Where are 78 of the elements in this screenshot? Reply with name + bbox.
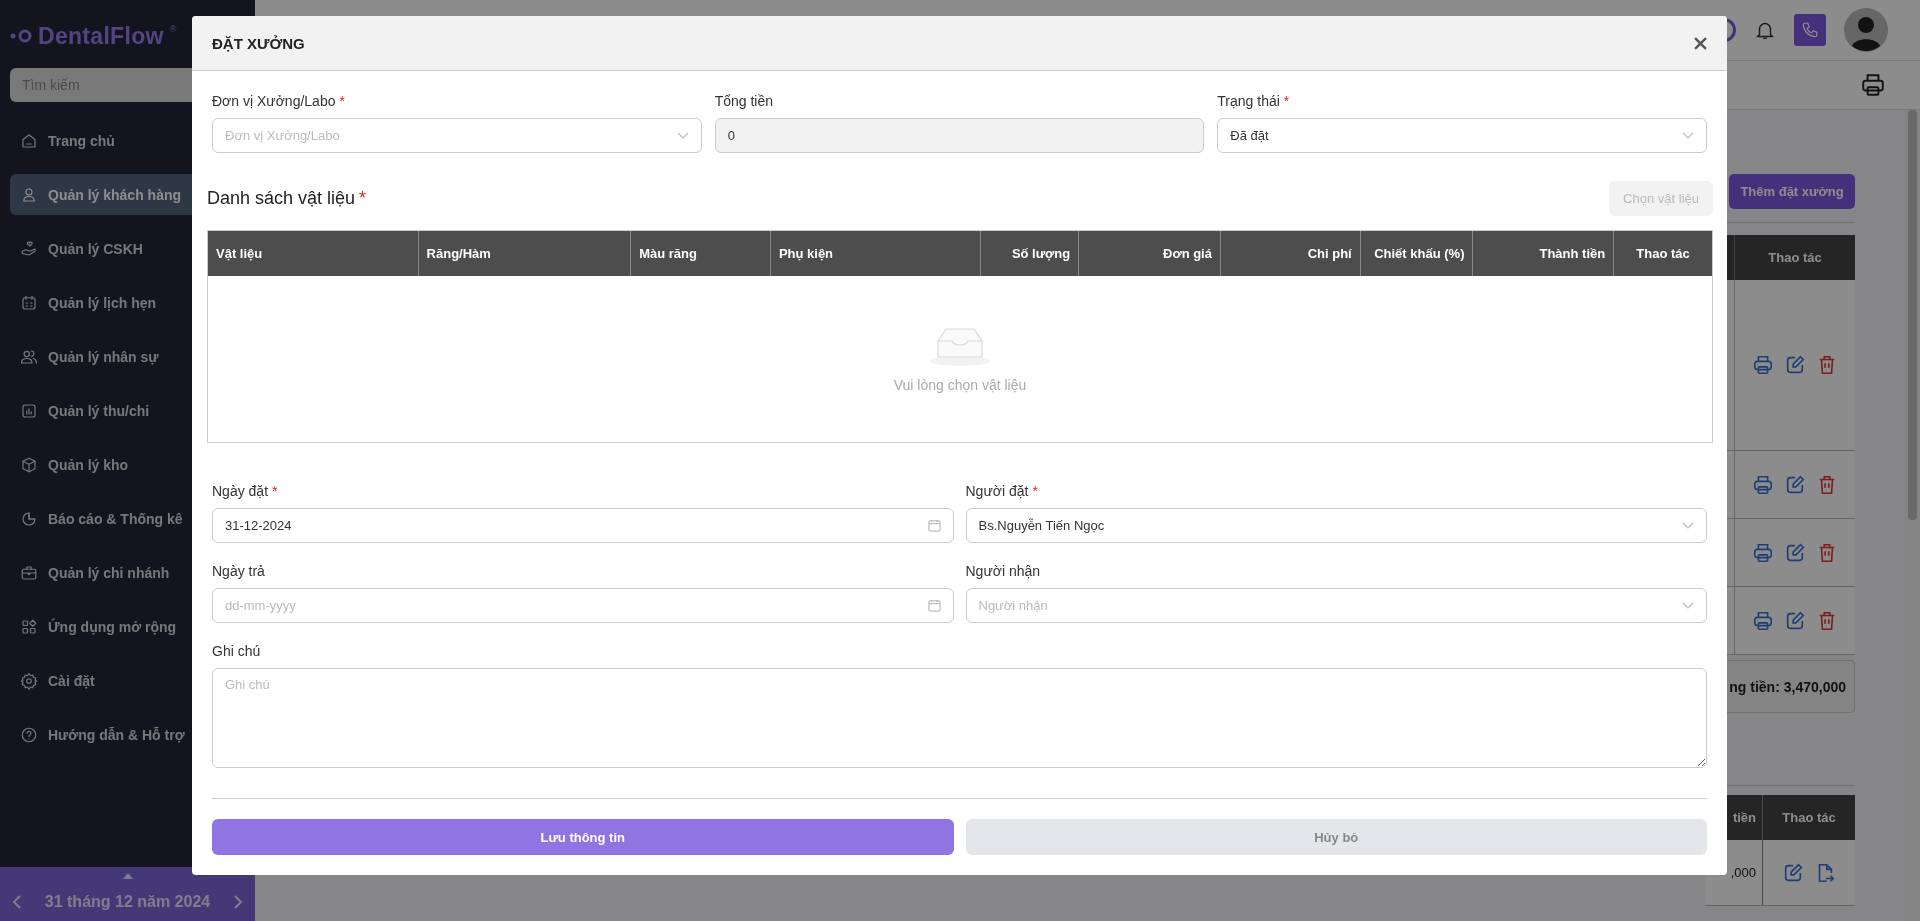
save-button[interactable]: Lưu thông tin <box>212 819 954 855</box>
required-mark: * <box>1283 93 1290 109</box>
edit-icon[interactable] <box>1782 861 1804 884</box>
calendar-icon <box>927 519 941 532</box>
sidebar-item[interactable]: Quản lý thu/chi <box>10 390 255 431</box>
column-header: Chi phí <box>1219 231 1360 276</box>
field-label: Ngày trả <box>212 563 265 579</box>
chevron-right-icon[interactable] <box>233 894 243 910</box>
printer-icon[interactable] <box>1752 354 1774 376</box>
column-header: Chiết khấu (%) <box>1359 231 1473 276</box>
scrollbar[interactable] <box>1905 110 1920 921</box>
note-field[interactable]: Ghi chú <box>212 668 1707 768</box>
empty-message: Vui lòng chọn vật liệu <box>893 377 1027 393</box>
apps-icon <box>20 617 38 636</box>
help-icon <box>20 725 38 744</box>
printer-icon[interactable] <box>1752 473 1774 496</box>
date-label: 31 tháng 12 năm 2024 <box>44 893 211 911</box>
column-header: Số lượng <box>980 231 1079 276</box>
box-icon <box>20 455 38 474</box>
user-icon <box>20 185 38 204</box>
close-icon[interactable] <box>1694 36 1707 50</box>
field-label: Trạng thái <box>1217 93 1280 109</box>
phone-button[interactable] <box>1794 14 1826 46</box>
printer-icon[interactable] <box>1860 72 1886 98</box>
column-header: Răng/Hàm <box>417 231 631 276</box>
field-label: Ghi chú <box>212 643 261 659</box>
edit-icon[interactable] <box>1784 354 1806 376</box>
column-header: Phụ kiện <box>769 231 981 276</box>
field-label: Người nhận <box>965 563 1041 579</box>
input-field[interactable]: 0 <box>714 118 1205 153</box>
table-cell-text: ,000 <box>1729 864 1757 882</box>
sidebar-item[interactable]: Quản lý nhân sự <box>10 336 255 377</box>
column-header: tiền <box>1731 809 1757 827</box>
dialog-title: ĐẶT XƯỞNG <box>212 34 305 52</box>
edit-icon[interactable] <box>1784 473 1806 496</box>
field-label: Người đặt <box>965 483 1029 499</box>
date-field[interactable]: 31-12-2024 <box>212 508 954 543</box>
avatar[interactable] <box>1844 8 1888 52</box>
select-field[interactable]: Đã đặt <box>1217 118 1707 153</box>
required-mark: * <box>1032 483 1038 499</box>
edit-icon[interactable] <box>1784 541 1806 564</box>
edit-icon[interactable] <box>1784 609 1806 632</box>
calendar-icon <box>20 293 38 312</box>
field-label: Ngày đặt <box>212 483 269 499</box>
required-mark: * <box>272 483 278 499</box>
field-label: Tổng tiền <box>714 93 774 109</box>
sidebar-item[interactable]: Quản lý lịch hẹn <box>10 282 255 323</box>
select-field[interactable]: Bs.Nguyễn Tiến Ngọc <box>965 508 1707 543</box>
briefcase-icon <box>20 563 38 582</box>
cancel-button[interactable]: Hủy bỏ <box>965 819 1707 855</box>
column-header: Đơn giá <box>1078 231 1220 276</box>
logo-text: DentalFlow <box>38 22 164 50</box>
caret-up-icon[interactable] <box>123 873 133 879</box>
printer-icon[interactable] <box>1752 609 1774 632</box>
chevron-left-icon[interactable] <box>12 894 22 910</box>
required-mark: * <box>339 93 345 109</box>
column-header: Thành tiền <box>1472 231 1614 276</box>
trademark: ® <box>169 24 177 34</box>
add-order-button[interactable]: Thêm đặt xưởng <box>1729 174 1855 209</box>
chevron-down-icon <box>1682 131 1694 140</box>
chevron-down-icon <box>676 131 689 140</box>
care-icon <box>20 239 38 258</box>
logo-icon <box>10 29 32 43</box>
pie-icon <box>20 509 38 528</box>
chevron-down-icon <box>1682 601 1694 610</box>
column-header: Màu răng <box>630 231 770 276</box>
chevron-down-icon <box>1682 521 1694 530</box>
chart-icon <box>20 401 38 420</box>
column-header: Vật liệu <box>215 245 264 263</box>
printer-icon[interactable] <box>1752 541 1774 564</box>
empty-inbox-icon <box>928 325 992 367</box>
users-icon <box>20 347 38 366</box>
column-header: Thao tác <box>1613 231 1712 276</box>
gear-icon <box>20 671 38 690</box>
phone-icon <box>1801 21 1819 39</box>
sidebar-item[interactable]: Quản lý kho <box>10 444 255 485</box>
required-mark: * <box>359 188 367 209</box>
calendar-icon <box>927 599 941 612</box>
